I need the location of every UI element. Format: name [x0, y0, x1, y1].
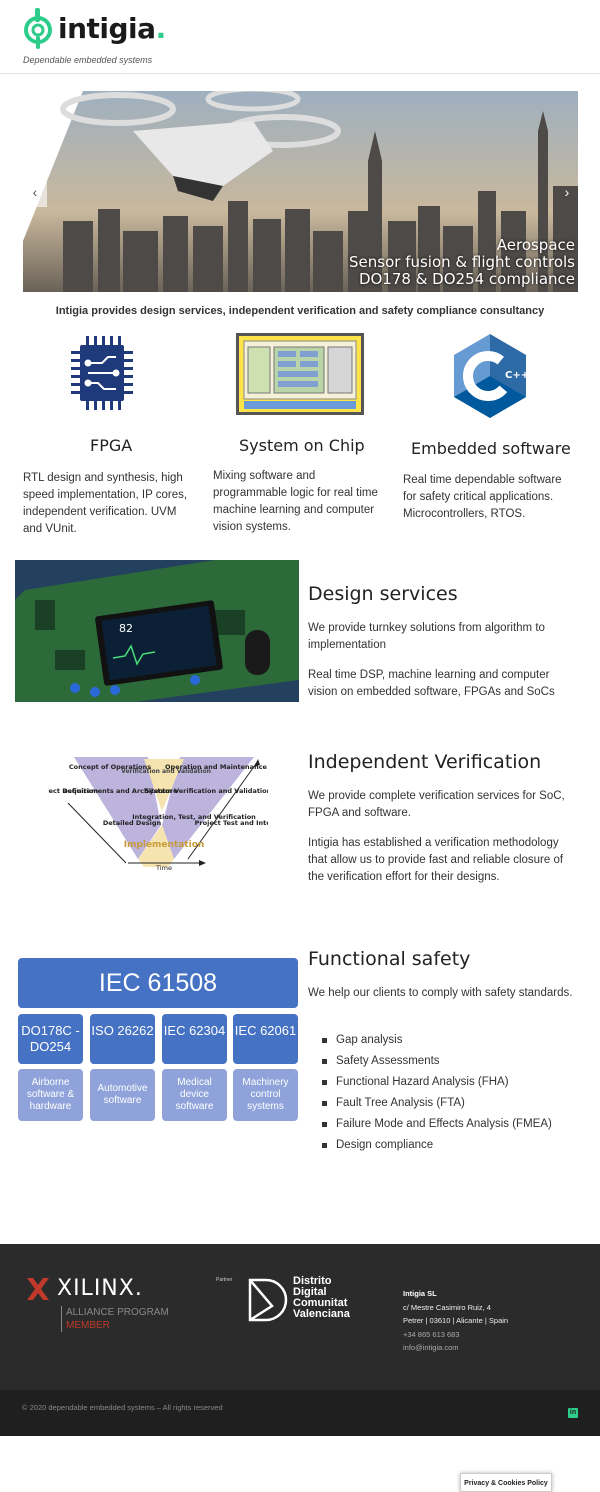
- xilinx-member-label: MEMBER: [66, 1320, 110, 1331]
- address-line: c/ Mestre Casimiro Ruiz, 4: [403, 1302, 491, 1312]
- application-box: Machinery control systems: [233, 1069, 298, 1121]
- intro-text: Intigia provides design services, indepe…: [55, 305, 545, 317]
- standard-box: ISO 26262: [90, 1014, 155, 1064]
- functional-safety-title: Functional safety: [308, 948, 471, 970]
- site-header: intigia. Dependable embedded systems: [0, 0, 600, 74]
- application-box: Airborne software & hardware: [18, 1069, 83, 1121]
- caption-line: Sensor fusion & flight controls: [349, 253, 575, 271]
- application-box: Medical device software: [162, 1069, 227, 1121]
- xilinx-program: ALLIANCE PROGRAM MEMBER: [61, 1306, 169, 1332]
- embedded-board-image: 82: [15, 560, 299, 702]
- verification-title: Independent Verification: [308, 751, 542, 773]
- cpp-icon: C++: [454, 334, 529, 418]
- standard-box: IEC 62061: [233, 1014, 298, 1064]
- ddcv-text: Distrito Digital Comunitat Valenciana: [293, 1276, 350, 1320]
- vmodel-ops-maint: Operation and Maintenance: [165, 763, 268, 771]
- brand-name: intigia.: [58, 11, 166, 45]
- caption-line: Aerospace: [496, 236, 575, 254]
- list-item: Fault Tree Analysis (FTA): [320, 1095, 552, 1116]
- vmodel-implementation: Implementation: [124, 840, 205, 850]
- verification-p2: Intigia has established a verification m…: [308, 837, 564, 883]
- v-model-diagram: Concept of Operations Verification and V…: [48, 757, 268, 872]
- tagline: Dependable embedded systems: [23, 55, 153, 65]
- screen-value: 82: [119, 622, 133, 635]
- caption-line: DO178 & DO254 compliance: [358, 270, 575, 288]
- chip-icon: [71, 336, 133, 410]
- footer-bottom-bar: [0, 1390, 600, 1436]
- service-title-fpga: FPGA: [90, 436, 133, 455]
- list-item: Design compliance: [320, 1137, 552, 1158]
- partner-label: Partner: [216, 1277, 233, 1283]
- soc-diagram-icon: [236, 333, 364, 415]
- xilinx-program-label: ALLIANCE PROGRAM: [66, 1307, 169, 1318]
- iec-61508-box: IEC 61508: [18, 958, 298, 1008]
- cpp-label: C++: [505, 370, 529, 381]
- ddcv-line: Valenciana: [293, 1308, 350, 1320]
- design-services-p1: We provide turnkey solutions from algori…: [308, 622, 545, 651]
- verification-p1: We provide complete verification service…: [308, 790, 565, 819]
- ddcv-d-icon: [248, 1278, 288, 1322]
- list-item: Gap analysis: [320, 1032, 552, 1053]
- hero-slider[interactable]: ‹ › Aerospace Sensor fusion & flight con…: [23, 91, 578, 292]
- list-item: Functional Hazard Analysis (FHA): [320, 1074, 552, 1095]
- privacy-cookies-button[interactable]: Privacy & Cookies Policy: [460, 1473, 552, 1492]
- service-title-soc: System on Chip: [239, 436, 365, 455]
- contact-info: Intigia SL c/ Mestre Casimiro Ruiz, 4 Pe…: [403, 1287, 508, 1355]
- logo[interactable]: intigia.: [22, 6, 166, 50]
- email-link[interactable]: info@intigia.com: [403, 1341, 508, 1355]
- xilinx-x-icon: [27, 1278, 49, 1300]
- xilinx-wordmark: XILINX.: [57, 1276, 143, 1301]
- design-services-p2: Real time DSP, machine learning and comp…: [308, 669, 555, 698]
- service-title-embedded: Embedded software: [411, 439, 571, 458]
- linkedin-icon[interactable]: in: [568, 1408, 578, 1418]
- list-item: Failure Mode and Effects Analysis (FMEA): [320, 1116, 552, 1137]
- vmodel-time: Time: [155, 864, 172, 872]
- hero-caption: Aerospace Sensor fusion & flight control…: [349, 237, 575, 288]
- application-box: Automotive software: [90, 1069, 155, 1121]
- list-item: Safety Assessments: [320, 1053, 552, 1074]
- service-text-fpga: RTL design and synthesis, high speed imp…: [23, 472, 188, 535]
- safety-services-list: Gap analysis Safety Assessments Function…: [320, 1032, 552, 1158]
- standard-box: IEC 62304: [162, 1014, 227, 1064]
- company-name: Intigia SL: [403, 1289, 437, 1298]
- slider-next-button[interactable]: ›: [560, 185, 574, 199]
- phone-link[interactable]: +34 865 613 683: [403, 1328, 508, 1342]
- intigia-logo-icon: [24, 8, 52, 49]
- slider-prev-button[interactable]: ‹: [23, 177, 47, 207]
- vmodel-project-test: Project Test and Integration: [195, 819, 268, 827]
- service-text-soc: Mixing software and programmable logic f…: [213, 470, 378, 533]
- functional-safety-p1: We help our clients to comply with safet…: [308, 987, 573, 999]
- address-line: Petrer | 03610 | Alicante | Spain: [403, 1316, 509, 1325]
- standard-box: DO178C - DO254: [18, 1014, 83, 1064]
- ddcv-logo[interactable]: Distrito Digital Comunitat Valenciana: [246, 1276, 350, 1329]
- design-services-title: Design services: [308, 583, 458, 605]
- copyright: © 2020 dependable embedded systems – All…: [22, 1403, 223, 1412]
- service-text-embedded: Real time dependable software for safety…: [403, 474, 562, 520]
- vmodel-sys-verif: System Verification and Validation: [145, 787, 268, 795]
